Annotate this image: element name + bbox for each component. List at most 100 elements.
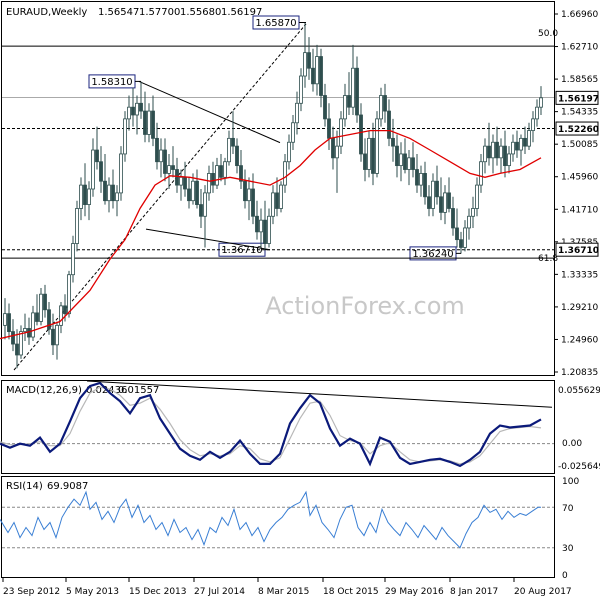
candle-body	[111, 184, 115, 202]
candle-body	[527, 130, 531, 147]
candle-body	[315, 56, 319, 85]
candle-body	[91, 149, 95, 190]
candle-body	[307, 52, 311, 69]
candle-body	[483, 145, 487, 163]
candle-body	[35, 312, 39, 322]
badge-top: 1.65870	[252, 15, 300, 30]
current-price-tag: 1.56197	[558, 94, 599, 104]
candle-body	[371, 137, 375, 174]
candle-body	[447, 192, 451, 209]
candle-body	[355, 67, 359, 116]
y-tick-label-11: 1.20835	[561, 368, 598, 378]
candle-body	[487, 145, 491, 159]
candle-body	[311, 67, 315, 85]
macd-tick-bottom: -0.025649	[558, 462, 600, 472]
candle-body	[351, 67, 355, 108]
rsi-value: 69.9087	[47, 481, 88, 492]
candle-body	[247, 188, 251, 202]
support-price-tag: 1.52260	[558, 125, 599, 135]
ohlc-high: 1.57700	[139, 7, 180, 18]
fib-50-label: 50.0	[538, 29, 558, 39]
candle-body	[3, 313, 7, 326]
candle-body	[155, 137, 159, 163]
rsi-tick-0: 0	[562, 571, 568, 581]
candle-body	[335, 145, 339, 159]
candle-body	[15, 343, 19, 356]
candle-body	[11, 331, 15, 345]
candle-body	[115, 192, 119, 202]
badge-high-2013: 1.58310	[88, 74, 136, 89]
candle-body	[259, 219, 263, 233]
candle-body	[503, 145, 507, 167]
x-tick-2: 15 Dec 2013	[129, 587, 187, 597]
y-tick-label-2: 1.58565	[561, 75, 598, 85]
y-tick-label-3: 1.54335	[561, 108, 598, 118]
candle-body	[279, 184, 283, 209]
candle-body	[515, 141, 519, 151]
candle-body	[451, 208, 455, 229]
candle-body	[267, 215, 271, 244]
x-tick-8: 20 Aug 2017	[514, 587, 572, 597]
candle-body	[443, 192, 447, 213]
candle-body	[43, 293, 47, 311]
y-tick-label-1: 1.62710	[561, 43, 598, 53]
symbol-label: EURAUD,Weekly	[6, 7, 87, 18]
candle-body	[367, 137, 371, 170]
candle-body	[171, 165, 175, 170]
fib-618-label: 61.8	[538, 254, 558, 264]
candle-body	[135, 102, 139, 116]
candle-body	[83, 184, 87, 205]
y-tick-label-9: 1.29210	[561, 303, 598, 313]
candle-body	[467, 215, 471, 229]
candle-body	[71, 243, 75, 276]
candle-body	[463, 227, 467, 248]
y-tick-label-8: 1.33335	[561, 270, 598, 280]
candle-body	[435, 180, 439, 198]
candle-body	[55, 324, 59, 346]
macd-signal-value: 0.01557	[118, 385, 159, 396]
candle-body	[203, 192, 207, 217]
x-tick-3: 27 Jul 2014	[194, 587, 245, 597]
badge-top-text: 1.65870	[255, 18, 296, 29]
candle-body	[271, 192, 275, 217]
candle-body	[407, 157, 411, 170]
rsi-tick-30: 30	[562, 544, 574, 554]
candle-body	[495, 141, 499, 159]
y-tick-label-10: 1.24960	[561, 335, 598, 345]
candle-body	[219, 165, 223, 178]
badge-high-2013-text: 1.58310	[91, 77, 132, 88]
candle-body	[475, 184, 479, 209]
candle-body	[295, 102, 299, 124]
candle-body	[471, 208, 475, 217]
candle-body	[167, 165, 171, 174]
candle-body	[207, 173, 211, 194]
candle-body	[183, 176, 187, 190]
candle-body	[419, 173, 423, 186]
candle-body	[103, 180, 107, 202]
candle-body	[491, 141, 495, 159]
candle-body	[523, 137, 527, 147]
candle-body	[287, 141, 291, 163]
candle-body	[391, 137, 395, 147]
candle-body	[511, 141, 515, 155]
x-tick-6: 29 May 2016	[385, 587, 444, 597]
candle-body	[119, 153, 123, 194]
candle-body	[151, 110, 155, 139]
support2-price-tag: 1.36710	[558, 246, 599, 256]
candle-body	[223, 161, 227, 178]
candle-body	[403, 153, 407, 170]
candle-body	[507, 153, 511, 167]
candle-body	[479, 161, 483, 186]
candle-body	[411, 157, 415, 170]
rsi-label: RSI(14)	[6, 481, 43, 492]
candle-body	[139, 102, 143, 112]
watermark: ActionForex.com	[265, 292, 465, 320]
candle-body	[395, 145, 399, 167]
forex-chart: ActionForex.com EURAUD,Weekly 1.56547 1.…	[0, 0, 600, 600]
ohlc-open: 1.56547	[98, 7, 139, 18]
candle-body	[331, 137, 335, 159]
y-tick-label-6: 1.41710	[561, 205, 598, 215]
candle-body	[455, 227, 459, 241]
candle-body	[27, 328, 31, 338]
x-tick-0: 23 Sep 2012	[3, 587, 60, 597]
